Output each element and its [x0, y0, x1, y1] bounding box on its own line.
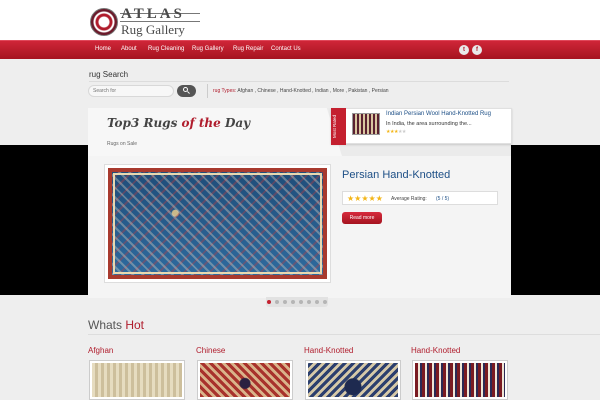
divider: [207, 84, 208, 98]
main-nav: Home About Rug Cleaning Rug Gallery Rug …: [0, 40, 600, 59]
average-rating-label: Average Rating:: [391, 196, 427, 202]
twitter-icon[interactable]: t: [459, 45, 469, 55]
whats-hot-title: Whats Hot: [88, 318, 145, 332]
hot-item-image[interactable]: [89, 360, 185, 400]
logo-seal-icon: [90, 8, 118, 36]
nav-item-rug-repair[interactable]: Rug Repair: [233, 46, 263, 52]
pager-dot[interactable]: [291, 300, 295, 304]
most-rated-stars: ★★★★★: [386, 129, 406, 135]
nav-item-about[interactable]: About: [121, 46, 137, 52]
nav-item-contact-us[interactable]: Contact Us: [271, 46, 301, 52]
pager-dot[interactable]: [307, 300, 311, 304]
hot-item-label[interactable]: Hand-Knotted: [304, 346, 353, 355]
featured-subtitle: Rugs on Sale: [107, 141, 138, 147]
nav-item-home[interactable]: Home: [95, 46, 111, 52]
featured-rug-image[interactable]: [104, 164, 331, 283]
site-header: ATLAS Rug Gallery: [0, 0, 600, 40]
divider: [89, 81, 509, 82]
pager-dot[interactable]: [323, 300, 327, 304]
logo-line2: Rug Gallery: [121, 22, 185, 37]
hot-item-image[interactable]: [305, 360, 401, 400]
pager-dot[interactable]: [283, 300, 287, 304]
search-title: rug Search: [89, 70, 129, 79]
rating-score: (5 / 5): [436, 196, 450, 202]
search-button[interactable]: [177, 85, 196, 97]
nav-item-rug-cleaning[interactable]: Rug Cleaning: [148, 46, 184, 52]
pager-dot[interactable]: [299, 300, 303, 304]
most-rated-title[interactable]: Indian Persian Wool Hand-Knotted Rug: [386, 111, 491, 117]
featured-title: Top3 Rugs of the Day: [107, 116, 251, 130]
rating-stars: ★★★★★: [347, 194, 383, 203]
most-rated-desc: In India, the area surrounding the...: [386, 121, 472, 127]
rating-box: ★★★★★ Average Rating: (5 / 5): [342, 191, 498, 205]
divider: [88, 334, 600, 335]
rug-types-links[interactable]: Afghan , Chinese , Hand-Knotted , Indian…: [237, 88, 388, 94]
search-input[interactable]: [88, 85, 174, 97]
most-rated-thumbnail[interactable]: [352, 113, 380, 135]
hot-item-label[interactable]: Hand-Knotted: [411, 346, 460, 355]
rug-types-label: rug Types:: [213, 88, 237, 94]
hot-item-image[interactable]: [412, 360, 508, 400]
nav-item-rug-gallery[interactable]: Rug Gallery: [192, 46, 224, 52]
pager-dot[interactable]: [267, 300, 271, 304]
pager-dot[interactable]: [315, 300, 319, 304]
hot-item-image[interactable]: [197, 360, 293, 400]
pager-dot[interactable]: [275, 300, 279, 304]
product-title[interactable]: Persian Hand-Knotted: [342, 169, 450, 181]
hot-item-label[interactable]: Chinese: [196, 346, 225, 355]
facebook-icon[interactable]: f: [472, 45, 482, 55]
read-more-button[interactable]: Read more: [342, 212, 382, 224]
hot-item-label[interactable]: Afghan: [88, 346, 113, 355]
site-logo[interactable]: ATLAS Rug Gallery: [90, 5, 202, 37]
slider-pager: [266, 297, 328, 307]
rug-types: rug Types: Afghan , Chinese , Hand-Knott…: [213, 88, 389, 94]
most-rated-tab: Most Rated: [331, 108, 346, 145]
